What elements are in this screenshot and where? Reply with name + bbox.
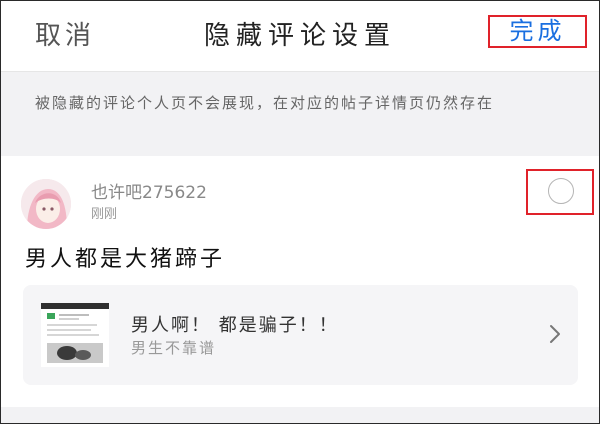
post-thumbnail <box>41 303 109 367</box>
comment-username[interactable]: 也许吧275622 <box>91 178 207 203</box>
post-subtitle: 男生不靠谱 <box>131 339 217 357</box>
post-thumbnail-image <box>41 303 109 367</box>
avatar-image <box>21 179 71 229</box>
comment-time: 刚刚 <box>91 207 118 222</box>
nav-header: 取消 隐藏评论设置 完成 <box>1 1 599 72</box>
user-avatar-icon[interactable] <box>21 179 71 229</box>
notice-text: 被隐藏的评论个人页不会展现，在对应的帖子详情页仍然存在 <box>35 94 495 112</box>
post-title: 男人啊！ 都是骗子！！ <box>131 315 339 336</box>
post-card[interactable]: 男人啊！ 都是骗子！！ 男生不靠谱 <box>23 285 578 385</box>
hidden-comment-notice: 被隐藏的评论个人页不会展现，在对应的帖子详情页仍然存在 <box>1 72 599 156</box>
select-comment-radio[interactable] <box>526 169 594 215</box>
bottom-separator <box>1 407 599 423</box>
radio-unselected-icon[interactable] <box>548 178 574 204</box>
hide-comment-settings-screen: 取消 隐藏评论设置 完成 被隐藏的评论个人页不会展现，在对应的帖子详情页仍然存在… <box>0 0 600 424</box>
done-button[interactable]: 完成 <box>488 15 587 48</box>
chevron-right-icon[interactable] <box>548 323 562 345</box>
comment-text: 男人都是大猪蹄子 <box>25 247 226 272</box>
